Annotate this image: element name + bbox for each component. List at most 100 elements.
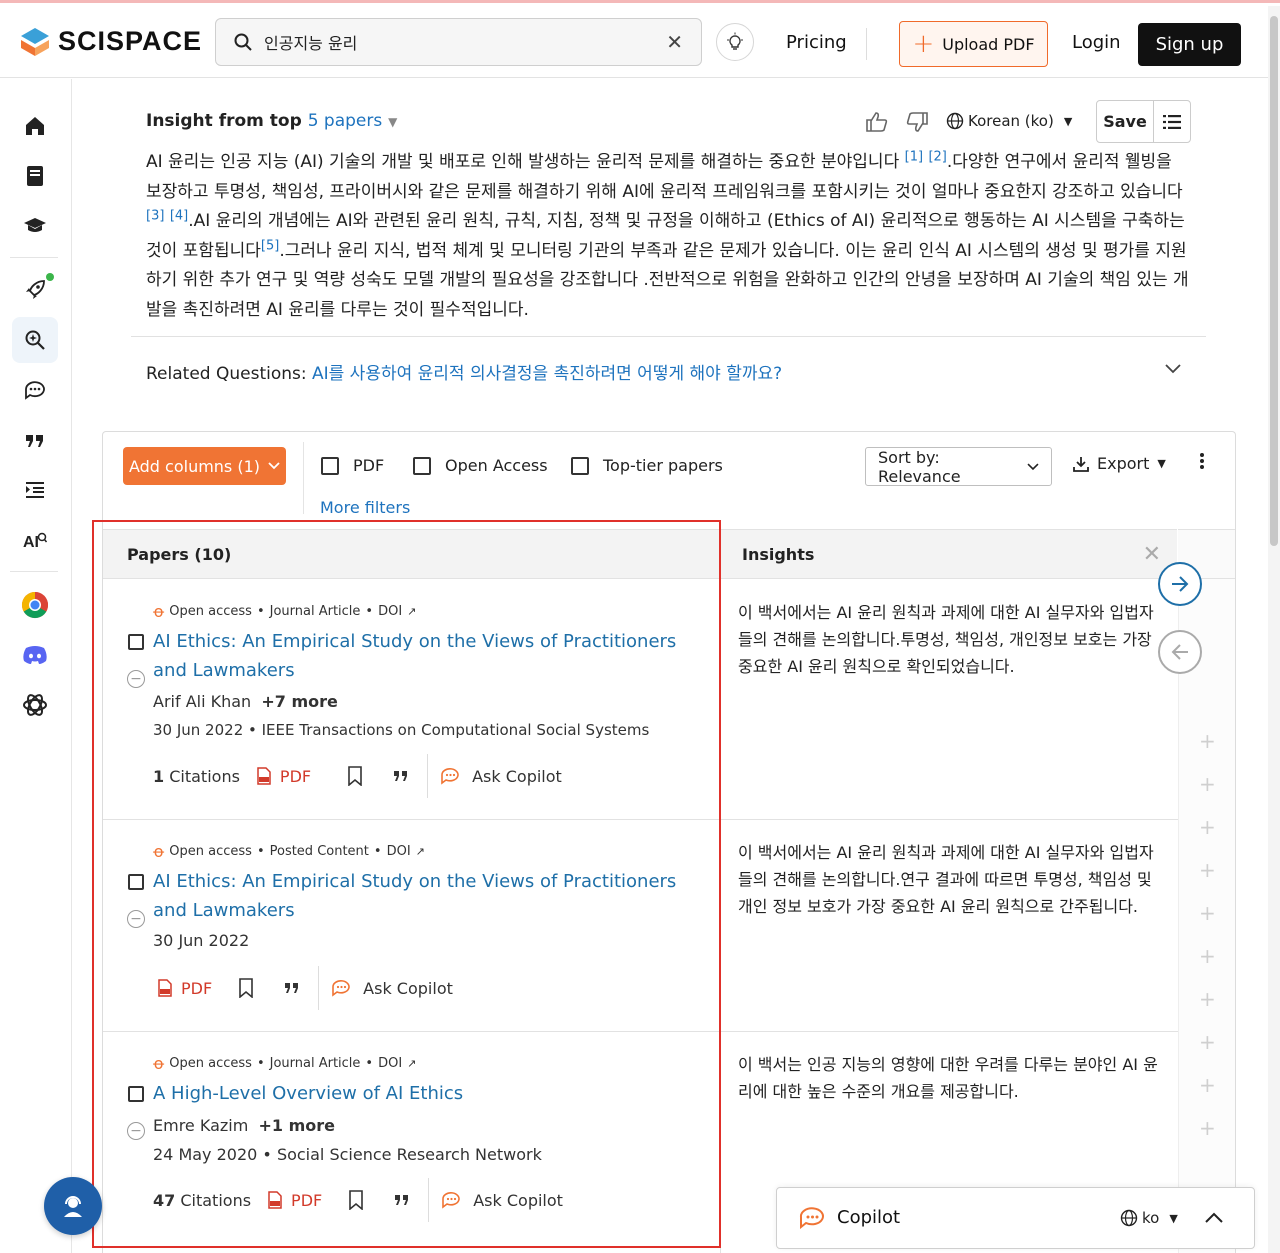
citation-link[interactable]: [5] (261, 238, 279, 253)
sidebar-item-paraphraser[interactable] (12, 467, 58, 513)
papers-dropdown[interactable]: 5 papers (308, 111, 383, 131)
chevron-down-icon[interactable] (1164, 363, 1182, 375)
support-chat-button[interactable] (44, 1177, 102, 1235)
scispace-logo-icon (21, 27, 49, 56)
download-icon (1073, 456, 1089, 472)
pricing-link[interactable]: Pricing (786, 32, 847, 53)
plus-icon[interactable]: + (1199, 772, 1216, 796)
filter-open-access[interactable]: Open Access (413, 456, 548, 475)
highlight-box (92, 520, 721, 1248)
checkbox[interactable] (413, 456, 431, 475)
scroll-left-button[interactable] (1158, 630, 1202, 674)
upload-pdf-button[interactable]: + Upload PDF (899, 21, 1048, 67)
sidebar-separator (10, 257, 58, 258)
sidebar-item-home[interactable] (12, 103, 58, 149)
more-options-icon[interactable] (1199, 452, 1205, 470)
copilot-language-selector[interactable]: ko ▼ (1120, 1209, 1178, 1227)
outline-icon (26, 482, 44, 498)
plus-icon[interactable]: + (1199, 987, 1216, 1011)
sidebar-item-launch[interactable] (12, 267, 58, 313)
plus-icon[interactable]: + (1199, 1073, 1216, 1097)
sidebar-separator (10, 571, 58, 572)
more-filters-link[interactable]: More filters (320, 498, 410, 517)
copilot-panel[interactable]: Copilot ko ▼ (776, 1187, 1255, 1249)
sidebar-item-chat-pdf[interactable] (12, 367, 58, 413)
sidebar-item-academy[interactable] (12, 203, 58, 249)
plus-icon[interactable]: + (1199, 1116, 1216, 1140)
add-columns-button[interactable]: Add columns (1) (123, 447, 286, 485)
filter-label: PDF (353, 456, 385, 475)
citation-link[interactable]: [2] (928, 149, 946, 164)
scrollbar-thumb[interactable] (1270, 16, 1278, 546)
filter-pdf[interactable]: PDF (321, 456, 384, 475)
caret-down-icon: ▼ (1157, 457, 1166, 470)
plus-icon[interactable]: + (1199, 944, 1216, 968)
signup-button[interactable]: Sign up (1138, 23, 1241, 66)
insight-text: AI 윤리는 인공 지능 (AI) 기술의 개발 및 배포로 인해 발생하는 윤… (146, 152, 900, 172)
sidebar-item-chrome-extension[interactable] (12, 582, 58, 628)
ai-detector-icon: AI (23, 532, 47, 550)
related-questions-label: Related Questions: (146, 364, 307, 384)
citation-link[interactable]: [3] (146, 208, 164, 223)
thumbs-down-icon[interactable] (906, 112, 928, 132)
paper-insight: 이 백서에서는 AI 윤리 원칙과 과제에 대한 AI 실무자와 입법자들의 견… (738, 603, 1154, 676)
paper-insight: 이 백서는 인공 지능의 영향에 대한 우려를 다루는 분야인 AI 윤리에 대… (738, 1055, 1158, 1101)
quote-icon (26, 435, 43, 447)
sidebar-item-openai-plugin[interactable] (12, 682, 58, 728)
plus-icon[interactable]: + (1199, 729, 1216, 753)
sidebar-item-literature-search[interactable] (12, 317, 58, 363)
insights-column-header: Insights ✕ (721, 529, 1177, 579)
discord-icon (23, 646, 47, 664)
checkbox[interactable] (571, 456, 589, 475)
related-question-link[interactable]: AI를 사용하여 윤리적 의사결정을 촉진하려면 어떻게 해야 할까요? (312, 364, 782, 384)
arrow-left-icon (1171, 644, 1188, 660)
sidebar-item-discord[interactable] (12, 632, 58, 678)
page-scrollbar[interactable] (1268, 6, 1280, 1253)
plus-icon[interactable]: + (1199, 901, 1216, 925)
search-query[interactable]: 인공지능 윤리 (264, 30, 666, 54)
plus-icon[interactable]: + (1199, 1030, 1216, 1054)
scroll-right-button[interactable] (1158, 562, 1202, 606)
copilot-language-label: ko (1142, 1209, 1160, 1227)
thumbs-up-icon[interactable] (866, 112, 888, 132)
lightbulb-button[interactable] (716, 23, 754, 61)
globe-icon (946, 112, 964, 130)
caret-down-icon: ▼ (1169, 1211, 1178, 1225)
chevron-up-icon[interactable] (1204, 1211, 1224, 1224)
related-questions: Related Questions: AI를 사용하여 윤리적 의사결정을 촉진… (146, 359, 782, 384)
search-literature-icon (25, 330, 45, 350)
rocket-icon (26, 280, 45, 299)
citation-link[interactable]: [4] (170, 208, 188, 223)
list-icon (1163, 114, 1181, 129)
sidebar-item-library[interactable] (12, 153, 58, 199)
lightbulb-icon (727, 32, 743, 50)
filter-top-tier[interactable]: Top-tier papers (571, 456, 723, 475)
list-view-button[interactable] (1154, 101, 1190, 142)
sidebar-item-ai-detector[interactable]: AI (12, 517, 58, 563)
top-header: SCISPACE 인공지능 윤리 ✕ Pricing + Upload PDF … (0, 6, 1268, 78)
sort-dropdown[interactable]: Sort by: Relevance (865, 447, 1052, 486)
export-label: Export (1097, 454, 1150, 473)
sidebar-item-citation-generator[interactable] (12, 417, 58, 463)
filter-label: Open Access (445, 456, 548, 475)
language-selector[interactable]: Korean (ko) ▼ (946, 112, 1072, 130)
insights-column-label: Insights (742, 544, 815, 564)
create-column-panel: + + + + + + + + + + (1178, 579, 1235, 1253)
openai-icon (23, 694, 47, 716)
checkbox[interactable] (321, 456, 339, 475)
login-link[interactable]: Login (1072, 32, 1121, 53)
chrome-icon (21, 591, 49, 619)
export-button[interactable]: Export ▼ (1073, 454, 1166, 473)
add-columns-label: Add columns (1) (128, 456, 261, 476)
citation-link[interactable]: [1] (905, 149, 923, 164)
caret-down-icon[interactable]: ▼ (388, 115, 397, 129)
save-button[interactable]: Save (1097, 101, 1154, 142)
insight-summary: AI 윤리는 인공 지능 (AI) 기술의 개발 및 배포로 인해 발생하는 윤… (146, 148, 1192, 325)
plus-icon[interactable]: + (1199, 815, 1216, 839)
clear-search-icon[interactable]: ✕ (666, 30, 683, 54)
plus-icon[interactable]: + (1199, 858, 1216, 882)
scispace-logo[interactable]: SCISPACE (20, 26, 202, 57)
caret-down-icon: ▼ (1063, 114, 1073, 128)
search-input[interactable]: 인공지능 윤리 ✕ (215, 18, 702, 66)
close-column-icon[interactable]: ✕ (1143, 542, 1161, 567)
